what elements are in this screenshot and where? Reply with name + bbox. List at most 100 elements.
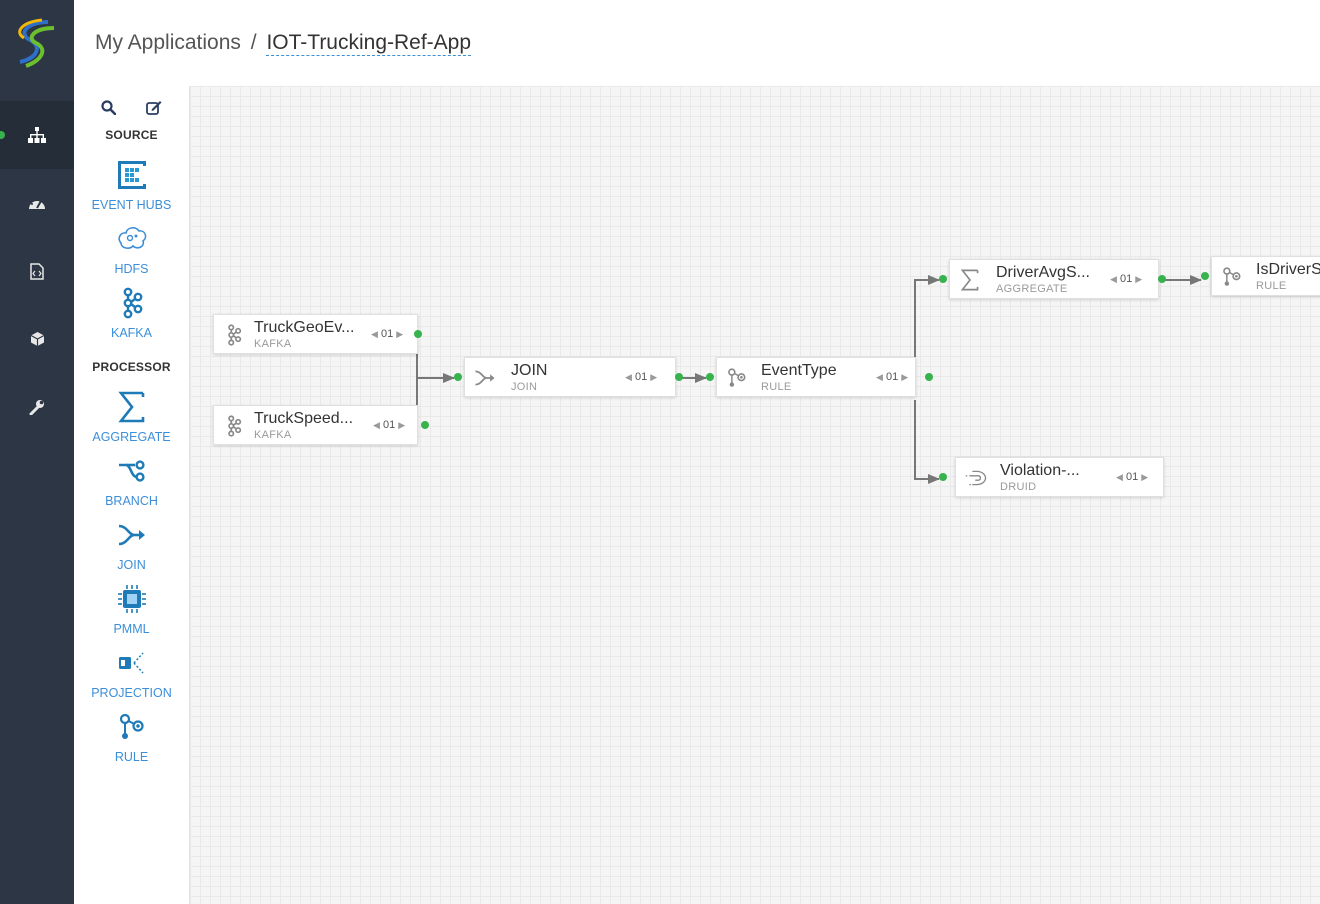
output-port[interactable] (1158, 275, 1166, 283)
code-file-icon (30, 262, 44, 280)
rule-icon (119, 713, 144, 739)
input-port[interactable] (1201, 272, 1209, 280)
input-port[interactable] (706, 373, 714, 381)
parallelism-stepper[interactable]: ◀ 01 ▶ (876, 371, 908, 383)
nav-item-components[interactable] (0, 305, 74, 373)
output-port[interactable] (414, 330, 422, 338)
join-icon (475, 370, 495, 386)
parallelism-stepper[interactable]: ◀ 01 ▶ (371, 328, 403, 340)
rule-icon (1223, 267, 1241, 286)
input-port[interactable] (939, 275, 947, 283)
palette-tools (74, 86, 189, 128)
kafka-icon (228, 324, 242, 346)
app-logo[interactable] (8, 14, 66, 70)
node-type: RULE (761, 381, 792, 393)
nav-item-code[interactable] (0, 237, 74, 305)
breadcrumb-root[interactable]: My Applications (95, 31, 241, 54)
palette-item-hdfs[interactable]: HDFS (74, 222, 189, 276)
nav-rail (0, 0, 74, 904)
node-type: KAFKA (254, 429, 292, 441)
dashboard-icon (29, 199, 45, 209)
nav-item-applications[interactable] (0, 101, 74, 169)
parallelism-stepper[interactable]: ◀ 01 ▶ (373, 419, 405, 431)
chip-icon (117, 585, 146, 613)
edit-icon[interactable] (146, 100, 162, 115)
output-port[interactable] (925, 373, 933, 381)
sigma-icon (117, 391, 144, 423)
node-title: DriverAvgS... (996, 264, 1090, 281)
node-type: JOIN (511, 381, 538, 393)
rule-icon (728, 368, 746, 387)
parallelism-value: 01 (634, 371, 648, 383)
component-palette: SOURCE EVENT HUBS HDFS KAFKA PROCESSOR A… (74, 86, 190, 904)
palette-item-branch[interactable]: BRANCH (74, 454, 189, 508)
palette-item-label: BRANCH (105, 494, 158, 508)
edge-truckgeo-join (416, 336, 455, 383)
palette-item-kafka[interactable]: KAFKA (74, 286, 189, 340)
palette-item-label: HDFS (114, 262, 149, 276)
palette-item-join[interactable]: JOIN (74, 518, 189, 572)
node-truckspeed[interactable]: TruckSpeed... KAFKA ◀ 01 ▶ (213, 405, 429, 445)
node-title: JOIN (511, 362, 548, 379)
parallelism-stepper[interactable]: ◀ 01 ▶ (625, 371, 657, 383)
parallelism-value: 01 (885, 371, 899, 383)
node-type: AGGREGATE (996, 283, 1068, 295)
node-type: KAFKA (254, 338, 292, 350)
parallelism-value: 01 (382, 419, 396, 431)
edge-eventtype-violation (914, 400, 940, 484)
join-icon (118, 524, 145, 546)
node-title: EventType (761, 362, 837, 379)
palette-item-event-hubs[interactable]: EVENT HUBS (74, 158, 189, 212)
page-header: My Applications / IOT-Trucking-Ref-App (74, 0, 1320, 86)
parallelism-value: 01 (1125, 471, 1139, 483)
kafka-icon (123, 287, 142, 319)
node-truckgeo[interactable]: TruckGeoEv... KAFKA ◀ 01 ▶ (213, 314, 422, 354)
node-eventtype[interactable]: EventType RULE ◀ 01 ▶ (706, 357, 933, 397)
breadcrumb-separator: / (250, 31, 257, 54)
section-processor: PROCESSOR (92, 360, 171, 374)
hdfs-icon (117, 227, 146, 249)
druid-icon (965, 470, 987, 486)
input-port[interactable] (454, 373, 462, 381)
palette-item-label: EVENT HUBS (91, 198, 172, 212)
palette-item-label: PMML (113, 622, 150, 636)
search-icon[interactable] (101, 99, 116, 115)
node-violation[interactable]: Violation-... DRUID ◀ 01 ▶ (939, 457, 1164, 497)
nav-item-configuration[interactable] (0, 373, 74, 441)
application-name[interactable]: IOT-Trucking-Ref-App (266, 31, 472, 56)
breadcrumb: My Applications / IOT-Trucking-Ref-App (95, 31, 472, 56)
event-hubs-icon (117, 161, 146, 189)
nav-item-dashboard[interactable] (0, 169, 74, 237)
parallelism-stepper[interactable]: ◀ 01 ▶ (1110, 273, 1142, 285)
output-port[interactable] (675, 373, 683, 381)
section-source: SOURCE (105, 128, 158, 142)
palette-item-label: AGGREGATE (92, 430, 171, 444)
palette-item-label: JOIN (117, 558, 146, 572)
node-join[interactable]: JOIN JOIN ◀ 01 ▶ (454, 357, 683, 397)
sigma-icon (960, 269, 979, 291)
edge-eventtype-driveravg (914, 275, 940, 357)
palette-item-label: KAFKA (111, 326, 152, 340)
output-port[interactable] (421, 421, 429, 429)
wrench-icon (29, 400, 44, 415)
kafka-icon (228, 415, 242, 437)
parallelism-value: 01 (1119, 273, 1133, 285)
input-port[interactable] (939, 473, 947, 481)
palette-item-label: RULE (114, 750, 149, 764)
node-type: DRUID (1000, 481, 1037, 493)
palette-item-aggregate[interactable]: AGGREGATE (74, 390, 189, 444)
node-title: IsDriverS (1256, 261, 1320, 278)
node-title: TruckGeoEv... (254, 319, 355, 336)
palette-item-projection[interactable]: PROJECTION (74, 646, 189, 700)
branch-icon (118, 460, 145, 482)
parallelism-stepper[interactable]: ◀ 01 ▶ (1116, 471, 1148, 483)
palette-item-pmml[interactable]: PMML (74, 582, 189, 636)
node-isdriver[interactable]: IsDriverS RULE (1201, 256, 1320, 296)
node-title: Violation-... (1000, 462, 1080, 479)
node-driveravg[interactable]: DriverAvgS... AGGREGATE ◀ 01 ▶ (939, 259, 1166, 299)
topology-canvas[interactable]: TruckGeoEv... KAFKA ◀ 01 ▶ TruckSpeed...… (190, 86, 1320, 904)
node-title: TruckSpeed... (254, 410, 354, 427)
parallelism-value: 01 (380, 328, 394, 340)
palette-item-rule[interactable]: RULE (74, 710, 189, 764)
palette-item-label: PROJECTION (91, 686, 172, 700)
